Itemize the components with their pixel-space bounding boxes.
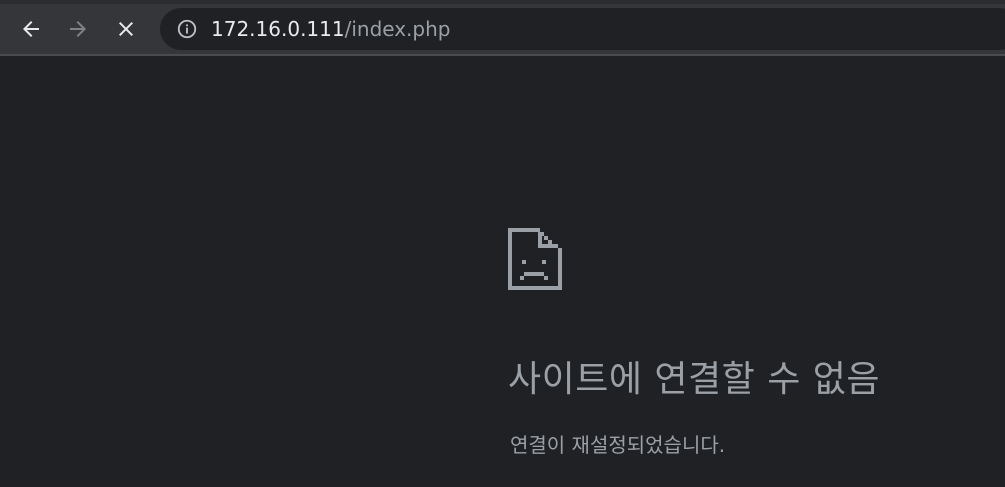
error-page: 사이트에 연결할 수 없음 연결이 재설정되었습니다. bbox=[0, 58, 1005, 487]
arrow-right-icon bbox=[70, 21, 86, 37]
arrow-left-icon bbox=[23, 21, 39, 37]
close-icon bbox=[119, 22, 133, 36]
address-bar[interactable]: 172.16.0.111/index.php bbox=[160, 8, 1005, 50]
error-subtitle: 연결이 재설정되었습니다. bbox=[510, 433, 726, 457]
back-button[interactable] bbox=[16, 14, 46, 44]
url-text[interactable]: 172.16.0.111/index.php bbox=[211, 17, 450, 41]
tab-strip-edge bbox=[0, 0, 1005, 4]
forward-button[interactable] bbox=[63, 14, 93, 44]
url-path: /index.php bbox=[344, 17, 451, 41]
url-host: 172.16.0.111 bbox=[211, 17, 345, 41]
error-title: 사이트에 연결할 수 없음 bbox=[508, 359, 881, 400]
sad-page-icon bbox=[508, 228, 562, 290]
info-circle-icon[interactable] bbox=[176, 18, 198, 40]
stop-loading-button[interactable] bbox=[111, 14, 141, 44]
browser-toolbar: 172.16.0.111/index.php bbox=[0, 0, 1005, 56]
